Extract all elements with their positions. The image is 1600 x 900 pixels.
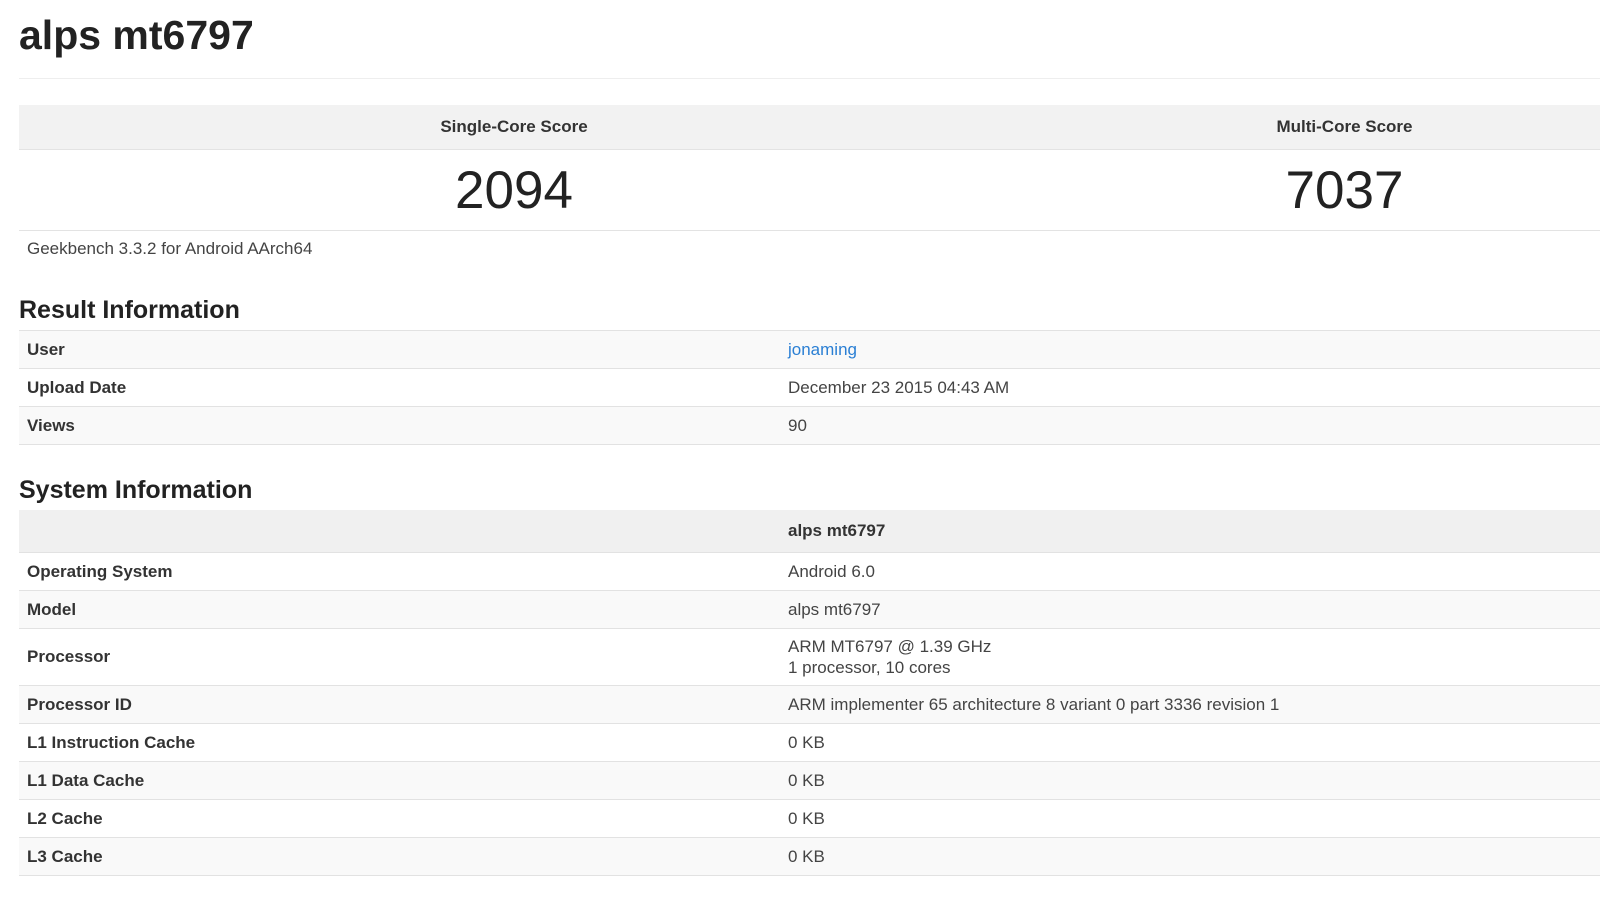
row-label-views: Views	[19, 406, 780, 445]
row-label-operating-system: Operating System	[19, 552, 780, 591]
result-information-table: User jonaming Upload Date December 23 20…	[19, 330, 1600, 445]
single-core-label: Single-Core Score	[19, 105, 1009, 150]
row-label-l1-data-cache: L1 Data Cache	[19, 761, 780, 800]
row-value-user: jonaming	[780, 330, 1600, 369]
row-label-upload-date: Upload Date	[19, 368, 780, 407]
system-information-table: alps mt6797 Operating System Android 6.0…	[19, 510, 1600, 876]
single-core-score: 2094	[19, 149, 1009, 231]
processor-name: ARM MT6797 @ 1.39 GHz	[788, 637, 992, 656]
multi-core-score: 7037	[1009, 149, 1600, 231]
table-row: L1 Instruction Cache 0 KB	[19, 723, 1600, 762]
table-row: Processor ID ARM implementer 65 architec…	[19, 685, 1600, 724]
table-row: L3 Cache 0 KB	[19, 837, 1600, 876]
result-information-title: Result Information	[19, 296, 240, 324]
row-label-model: Model	[19, 590, 780, 629]
row-value-model: alps mt6797	[780, 590, 1600, 629]
row-label-processor-id: Processor ID	[19, 685, 780, 724]
row-value-upload-date: December 23 2015 04:43 AM	[780, 368, 1600, 407]
row-label-l1-instruction-cache: L1 Instruction Cache	[19, 723, 780, 762]
system-header-row: alps mt6797	[19, 510, 1600, 553]
multi-core-label: Multi-Core Score	[1009, 105, 1600, 150]
table-row: User jonaming	[19, 330, 1600, 369]
table-row: Processor ARM MT6797 @ 1.39 GHz 1 proces…	[19, 628, 1600, 686]
row-value-operating-system: Android 6.0	[780, 552, 1600, 591]
row-value-l3-cache: 0 KB	[780, 837, 1600, 876]
result-page: alps mt6797 Single-Core Score Multi-Core…	[0, 0, 1600, 900]
row-value-l1-instruction-cache: 0 KB	[780, 723, 1600, 762]
row-value-l1-data-cache: 0 KB	[780, 761, 1600, 800]
row-value-processor: ARM MT6797 @ 1.39 GHz 1 processor, 10 co…	[780, 628, 1600, 686]
table-row: Operating System Android 6.0	[19, 552, 1600, 591]
row-value-l2-cache: 0 KB	[780, 799, 1600, 838]
system-header-spacer	[19, 510, 780, 553]
table-row: Views 90	[19, 406, 1600, 445]
system-information-title: System Information	[19, 476, 253, 504]
processor-cores: 1 processor, 10 cores	[788, 658, 951, 677]
user-link[interactable]: jonaming	[788, 340, 857, 359]
table-row: L2 Cache 0 KB	[19, 799, 1600, 838]
row-value-views: 90	[780, 406, 1600, 445]
row-label-user: User	[19, 330, 780, 369]
row-label-processor: Processor	[19, 628, 780, 686]
row-label-l3-cache: L3 Cache	[19, 837, 780, 876]
row-label-l2-cache: L2 Cache	[19, 799, 780, 838]
table-row: Model alps mt6797	[19, 590, 1600, 629]
table-row: L1 Data Cache 0 KB	[19, 761, 1600, 800]
system-header-device: alps mt6797	[780, 510, 1600, 553]
score-table: Single-Core Score Multi-Core Score 2094 …	[19, 105, 1600, 231]
page-title: alps mt6797	[19, 12, 254, 58]
table-row: Upload Date December 23 2015 04:43 AM	[19, 368, 1600, 407]
benchmark-version: Geekbench 3.3.2 for Android AArch64	[27, 239, 313, 258]
row-value-processor-id: ARM implementer 65 architecture 8 varian…	[780, 685, 1600, 724]
title-divider	[19, 78, 1600, 79]
